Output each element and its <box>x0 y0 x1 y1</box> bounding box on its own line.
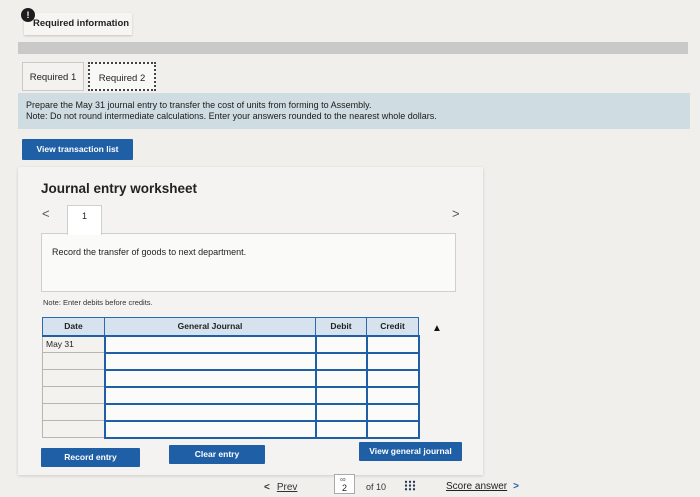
journal-table: Date General Journal Debit Credit May 31 <box>42 317 420 439</box>
account-input[interactable] <box>103 402 317 422</box>
debits-credits-note: Note: Enter debits before credits. <box>43 298 153 307</box>
date-cell <box>42 352 105 370</box>
prev-label: Prev <box>276 482 298 493</box>
page-total: of 10 <box>366 482 387 492</box>
info-icon: ! <box>21 8 35 22</box>
date-cell: May 31 <box>42 335 105 353</box>
debit-input[interactable] <box>314 351 368 371</box>
instructions-line-2: Note: Do not round intermediate calculat… <box>26 111 437 121</box>
credit-input[interactable] <box>365 419 420 439</box>
instructions-panel: Prepare the May 31 journal entry to tran… <box>18 93 690 129</box>
tab-required-1[interactable]: Required 1 <box>22 62 84 91</box>
prev-button[interactable]: < Prev <box>264 482 297 493</box>
required-information-header: Required information <box>24 13 132 35</box>
journal-row: May 31 <box>42 334 420 354</box>
score-answer-button[interactable]: Score answer > <box>446 481 519 492</box>
debit-input[interactable] <box>314 334 368 354</box>
date-cell <box>42 420 105 438</box>
journal-header-row: Date General Journal Debit Credit <box>42 317 419 337</box>
debit-column-header: Debit <box>315 317 367 337</box>
account-input[interactable] <box>103 385 317 405</box>
credit-input[interactable] <box>365 402 420 422</box>
prev-chevron-icon: < <box>264 482 270 493</box>
page-number-box[interactable]: ∞ 2 <box>334 474 355 494</box>
grid-menu-icon[interactable] <box>404 480 416 491</box>
entry-tab-1[interactable]: 1 <box>67 205 102 235</box>
current-page-number: 2 <box>341 483 347 493</box>
debit-input[interactable] <box>314 402 368 422</box>
view-transaction-list-button[interactable]: View transaction list <box>22 139 133 160</box>
credit-input[interactable] <box>365 368 420 388</box>
view-general-journal-button[interactable]: View general journal <box>359 442 462 461</box>
tab-required-2-label: Required 2 <box>98 73 146 84</box>
prev-entry-chevron-icon[interactable]: < <box>42 206 50 221</box>
mouse-cursor-icon: ▲ <box>432 323 442 334</box>
record-entry-button[interactable]: Record entry <box>41 448 140 467</box>
link-icon: ∞ <box>340 475 346 484</box>
journal-row <box>42 419 420 439</box>
journal-row <box>42 385 420 405</box>
worksheet-title: Journal entry worksheet <box>41 181 198 196</box>
divider-bar <box>18 42 688 54</box>
credit-input[interactable] <box>365 334 420 354</box>
account-input[interactable] <box>103 419 317 439</box>
account-input[interactable] <box>103 368 317 388</box>
record-description-text: Record the transfer of goods to next dep… <box>52 247 247 257</box>
date-cell <box>42 403 105 421</box>
debit-input[interactable] <box>314 385 368 405</box>
instructions-line-1: Prepare the May 31 journal entry to tran… <box>26 100 372 110</box>
clear-entry-button[interactable]: Clear entry <box>169 445 265 464</box>
journal-row <box>42 368 420 388</box>
credit-input[interactable] <box>365 385 420 405</box>
account-input[interactable] <box>103 334 317 354</box>
next-entry-chevron-icon[interactable]: > <box>452 206 460 221</box>
date-column-header: Date <box>42 317 105 337</box>
journal-row <box>42 402 420 422</box>
debit-input[interactable] <box>314 419 368 439</box>
score-answer-label: Score answer <box>446 481 508 492</box>
record-description-box: Record the transfer of goods to next dep… <box>41 233 456 292</box>
credit-column-header: Credit <box>366 317 419 337</box>
tab-required-2[interactable]: Required 2 <box>88 62 156 91</box>
journal-row <box>42 351 420 371</box>
account-input[interactable] <box>103 351 317 371</box>
required-information-label: Required information <box>33 18 130 29</box>
score-chevron-icon: > <box>513 481 519 492</box>
date-cell <box>42 386 105 404</box>
tab-required-1-label: Required 1 <box>29 72 77 83</box>
date-cell <box>42 369 105 387</box>
general-journal-column-header: General Journal <box>104 317 316 337</box>
credit-input[interactable] <box>365 351 420 371</box>
debit-input[interactable] <box>314 368 368 388</box>
